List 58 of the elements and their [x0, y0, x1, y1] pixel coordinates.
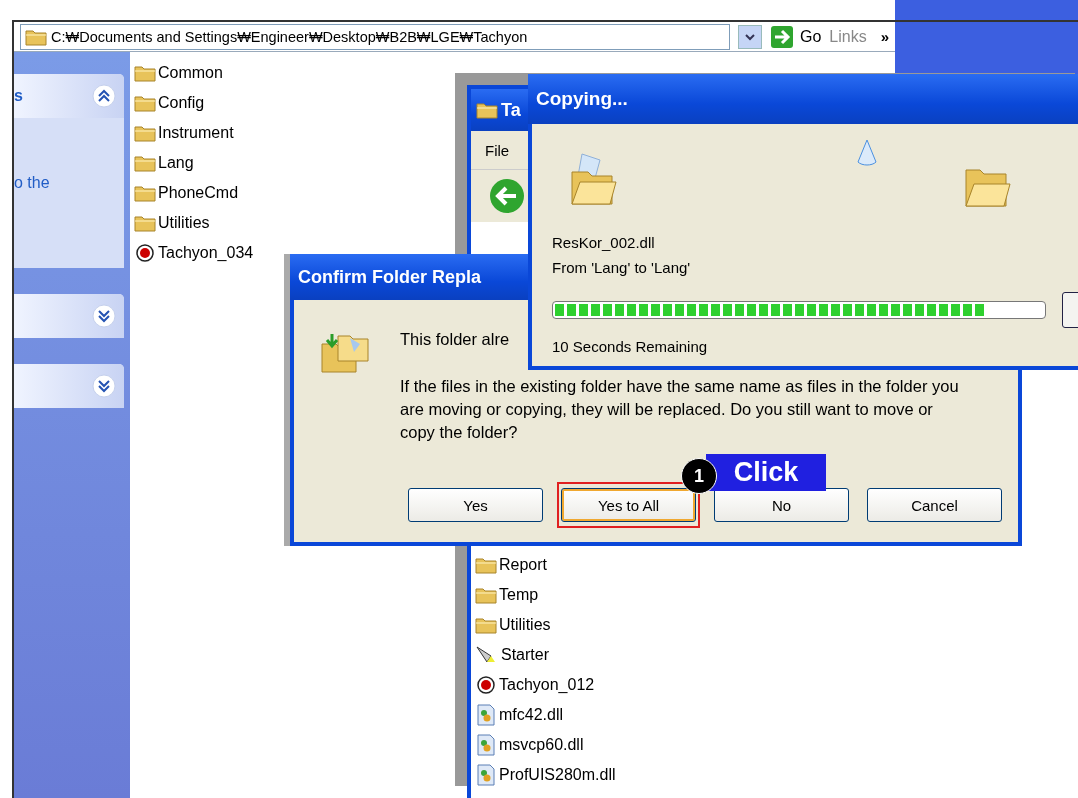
- dropdown-button[interactable]: [737, 24, 762, 49]
- expand-icon[interactable]: [92, 304, 116, 328]
- copy-path: From 'Lang' to 'Lang': [552, 259, 692, 276]
- dialog-detail: If the files in the existing folder have the same name as files in the folder you are moving or copying, they will be replaced. Do you still want to move or copy the folder?: [400, 376, 960, 443]
- time-remaining: 10 Seconds Remaining: [551, 337, 709, 355]
- go-button[interactable]: Go: [769, 24, 822, 49]
- dialog-button[interactable]: Yes: [408, 488, 543, 522]
- file-name[interactable]: msvcp60.dll: [499, 736, 584, 754]
- dialog-button[interactable]: No: [714, 488, 849, 522]
- links-label[interactable]: Links: [829, 27, 867, 46]
- file-name[interactable]: Utilities: [499, 616, 551, 634]
- file-name[interactable]: Utilities: [158, 214, 210, 232]
- folder-icon: [476, 101, 498, 119]
- expand-icon[interactable]: [92, 374, 116, 398]
- dll-file-icon: [475, 764, 497, 786]
- back-icon[interactable]: [489, 178, 525, 214]
- file-name[interactable]: Tachyon_034: [158, 244, 254, 262]
- folder-icon: [134, 64, 156, 82]
- dialog-button[interactable]: Cancel: [867, 488, 1002, 522]
- folder-icon: [475, 586, 497, 604]
- dll-file-icon: [475, 704, 497, 726]
- dialog-button[interactable]: Yes to All: [561, 488, 696, 522]
- file-name[interactable]: Common: [158, 64, 223, 82]
- more-button[interactable]: »: [874, 28, 895, 45]
- dialog-title: Copying...: [536, 88, 628, 110]
- folder-icon: [134, 154, 156, 172]
- file-name[interactable]: Instrument: [158, 124, 234, 142]
- folder-icon: [25, 27, 47, 46]
- record-icon: [475, 675, 497, 695]
- folder-with-paper-icon: [568, 152, 618, 208]
- dll-file-icon: [475, 734, 497, 756]
- click-tooltip: Click: [706, 454, 826, 491]
- folder-icon: [134, 94, 156, 112]
- dialog-title: Confirm Folder Repla: [298, 266, 481, 288]
- folder-icon: [134, 214, 156, 232]
- panel-title[interactable]: s: [14, 87, 23, 105]
- window-title: Ta: [501, 99, 521, 121]
- collapse-icon[interactable]: [92, 84, 116, 108]
- folder-icon: [134, 124, 156, 142]
- file-name[interactable]: ProfUIS280m.dll: [499, 766, 616, 784]
- file-name[interactable]: Tachyon_012: [499, 676, 595, 694]
- address-field[interactable]: C:₩Documents and Settings₩Engineer₩Desktop₩B2B₩LGE₩Tachyon: [20, 23, 730, 50]
- folder-icon: [475, 556, 497, 574]
- file-name[interactable]: PhoneCmd: [158, 184, 239, 202]
- record-icon: [134, 243, 156, 263]
- file-name[interactable]: mfc42.dll: [499, 706, 564, 724]
- menu-item[interactable]: File: [485, 141, 510, 159]
- folder-icon: [134, 184, 156, 202]
- file-name[interactable]: Config: [158, 94, 205, 112]
- file-name[interactable]: Starter: [501, 646, 549, 664]
- file-name: ResKor_002.dll: [552, 234, 656, 251]
- folder-icon: [475, 616, 497, 634]
- file-name[interactable]: Temp: [499, 586, 539, 604]
- file-name[interactable]: Lang: [158, 154, 194, 172]
- dialog-message: This folder alre: [400, 330, 510, 349]
- file-name[interactable]: Report: [499, 556, 548, 574]
- task-link[interactable]: o the: [14, 174, 50, 191]
- folder-icon: [964, 166, 1012, 210]
